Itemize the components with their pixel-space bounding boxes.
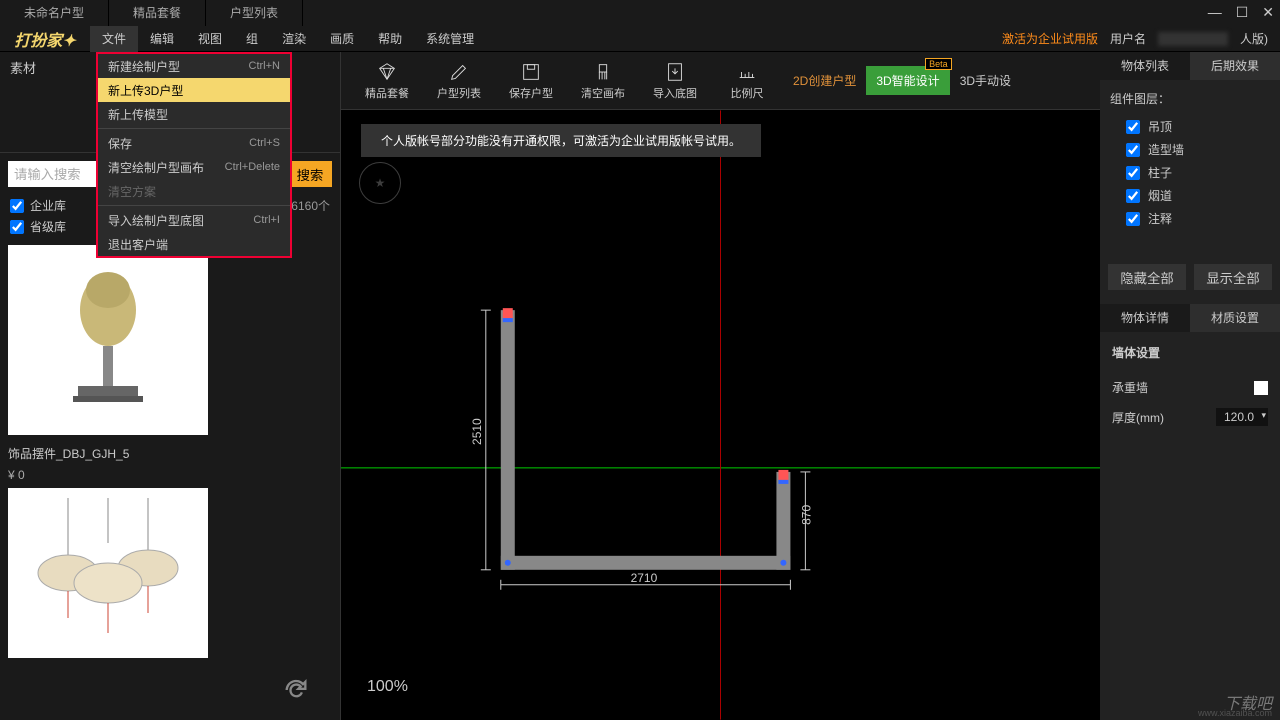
search-button[interactable]: 搜索 bbox=[288, 161, 332, 187]
menu-clear-canvas[interactable]: 清空绘制户型画布Ctrl+Delete bbox=[98, 155, 290, 179]
canvas-toolbar: 精品套餐 户型列表 保存户型 清空画布 导入底图 比例尺 2D创建户型 3D智能… bbox=[341, 52, 1100, 110]
menu-upload-model[interactable]: 新上传模型 bbox=[98, 102, 290, 126]
tab-post-effect[interactable]: 后期效果 bbox=[1190, 52, 1280, 80]
import-icon bbox=[664, 61, 686, 83]
item-card-2[interactable] bbox=[8, 488, 208, 658]
minimize-icon[interactable]: — bbox=[1208, 4, 1222, 21]
menu-save[interactable]: 保存Ctrl+S bbox=[98, 131, 290, 155]
dim-right: 870 bbox=[799, 505, 813, 525]
activate-link[interactable]: 激活为企业试用版 bbox=[1002, 30, 1098, 47]
item-price-1: ¥ 0 bbox=[8, 468, 332, 482]
label-thickness: 厚度(mm) bbox=[1112, 409, 1164, 426]
dim-left: 2510 bbox=[470, 418, 484, 445]
label-ceiling: 吊顶 bbox=[1148, 118, 1172, 135]
menu-edit[interactable]: 编辑 bbox=[138, 26, 186, 52]
mode-3d-smart[interactable]: 3D智能设计Beta bbox=[866, 66, 949, 95]
window-tabs: 未命名户型 精品套餐 户型列表 bbox=[0, 0, 1280, 26]
menubar: 打扮家✦ 文件 编辑 视图 组 渲染 画质 帮助 系统管理 激活为企业试用版 用… bbox=[0, 26, 1280, 52]
tab-untitled[interactable]: 未命名户型 bbox=[0, 0, 109, 26]
user-version: 人版) bbox=[1240, 30, 1268, 47]
check-bearing[interactable] bbox=[1254, 381, 1268, 395]
beta-badge: Beta bbox=[925, 58, 952, 70]
label-pillar: 柱子 bbox=[1148, 164, 1172, 181]
menu-system[interactable]: 系统管理 bbox=[414, 26, 486, 52]
username-blurred bbox=[1158, 32, 1228, 46]
close-icon[interactable]: ✕ bbox=[1262, 4, 1274, 21]
zoom-level: 100% bbox=[367, 678, 408, 696]
user-label: 用户名 bbox=[1110, 30, 1146, 47]
wall-settings-title: 墙体设置 bbox=[1112, 344, 1268, 361]
menu-render[interactable]: 渲染 bbox=[270, 26, 318, 52]
menu-exit[interactable]: 退出客户端 bbox=[98, 232, 290, 256]
check-note[interactable] bbox=[1126, 212, 1140, 226]
maximize-icon[interactable]: ☐ bbox=[1236, 4, 1249, 21]
pencil-icon bbox=[448, 61, 470, 83]
tab-material-setting[interactable]: 材质设置 bbox=[1190, 304, 1280, 332]
tool-clear[interactable]: 清空画布 bbox=[567, 57, 639, 105]
ruler-icon bbox=[736, 61, 758, 83]
thickness-value[interactable]: 120.0 bbox=[1216, 408, 1268, 426]
item-name-1: 饰品摆件_DBJ_GJH_5 bbox=[8, 441, 332, 462]
tab-object-list[interactable]: 物体列表 bbox=[1100, 52, 1190, 80]
check-flue[interactable] bbox=[1126, 189, 1140, 203]
tool-save-layout[interactable]: 保存户型 bbox=[495, 57, 567, 105]
label-shape-wall: 造型墙 bbox=[1148, 141, 1184, 158]
tool-import-base[interactable]: 导入底图 bbox=[639, 57, 711, 105]
menu-clear-plan: 清空方案 bbox=[98, 179, 290, 203]
label-enterprise: 企业库 bbox=[30, 197, 66, 214]
tab-combo[interactable]: 精品套餐 bbox=[109, 0, 206, 26]
label-note: 注释 bbox=[1148, 210, 1172, 227]
check-pillar[interactable] bbox=[1126, 166, 1140, 180]
save-icon bbox=[520, 61, 542, 83]
label-flue: 烟道 bbox=[1148, 187, 1172, 204]
menu-file[interactable]: 文件 bbox=[90, 26, 138, 52]
tab-layout-list[interactable]: 户型列表 bbox=[206, 0, 303, 26]
brush-icon bbox=[592, 61, 614, 83]
buddha-thumb-icon bbox=[48, 260, 168, 420]
menu-upload-3d[interactable]: 新上传3D户型 bbox=[98, 78, 290, 102]
layers-title: 组件图层： bbox=[1110, 90, 1270, 107]
menu-new-layout[interactable]: 新建绘制户型Ctrl+N bbox=[98, 54, 290, 78]
app-logo: 打扮家✦ bbox=[0, 27, 90, 51]
check-shape-wall[interactable] bbox=[1126, 143, 1140, 157]
mode-2d[interactable]: 2D创建户型 bbox=[783, 66, 866, 95]
diamond-icon bbox=[376, 61, 398, 83]
tool-combo[interactable]: 精品套餐 bbox=[351, 57, 423, 105]
tool-layout-list[interactable]: 户型列表 bbox=[423, 57, 495, 105]
label-province: 省级库 bbox=[30, 218, 66, 235]
menu-view[interactable]: 视图 bbox=[186, 26, 234, 52]
tab-object-detail[interactable]: 物体详情 bbox=[1100, 304, 1190, 332]
hide-all-button[interactable]: 隐藏全部 bbox=[1108, 264, 1186, 290]
show-all-button[interactable]: 显示全部 bbox=[1194, 264, 1272, 290]
item-card-1[interactable] bbox=[8, 245, 208, 435]
right-panel: 物体列表 后期效果 组件图层： 吊顶 造型墙 柱子 烟道 注释 隐藏全部 显示全… bbox=[1100, 52, 1280, 720]
menu-group[interactable]: 组 bbox=[234, 26, 270, 52]
dim-bottom: 2710 bbox=[631, 571, 658, 585]
menu-quality[interactable]: 画质 bbox=[318, 26, 366, 52]
permission-notice: 个人版帐号部分功能没有开通权限，可激活为企业试用版帐号试用。 bbox=[361, 124, 761, 157]
check-ceiling[interactable] bbox=[1126, 120, 1140, 134]
window-controls: — ☐ ✕ bbox=[1208, 4, 1274, 21]
canvas-area[interactable]: 精品套餐 户型列表 保存户型 清空画布 导入底图 比例尺 2D创建户型 3D智能… bbox=[340, 52, 1100, 720]
check-province[interactable] bbox=[10, 220, 24, 234]
watermark-url: www.xiazaiba.com bbox=[1198, 708, 1272, 718]
refresh-icon[interactable] bbox=[282, 676, 310, 704]
file-dropdown: 新建绘制户型Ctrl+N 新上传3D户型 新上传模型 保存Ctrl+S 清空绘制… bbox=[96, 52, 292, 258]
menu-import-base[interactable]: 导入绘制户型底图Ctrl+I bbox=[98, 208, 290, 232]
label-bearing: 承重墙 bbox=[1112, 379, 1148, 396]
menu-help[interactable]: 帮助 bbox=[366, 26, 414, 52]
mode-3d-manual[interactable]: 3D手动设 bbox=[950, 66, 1021, 95]
floorplan-canvas[interactable]: 2510 2710 870 bbox=[341, 110, 1100, 720]
tool-scale[interactable]: 比例尺 bbox=[711, 57, 783, 105]
check-enterprise[interactable] bbox=[10, 199, 24, 213]
lantern-thumb-icon bbox=[18, 498, 198, 648]
